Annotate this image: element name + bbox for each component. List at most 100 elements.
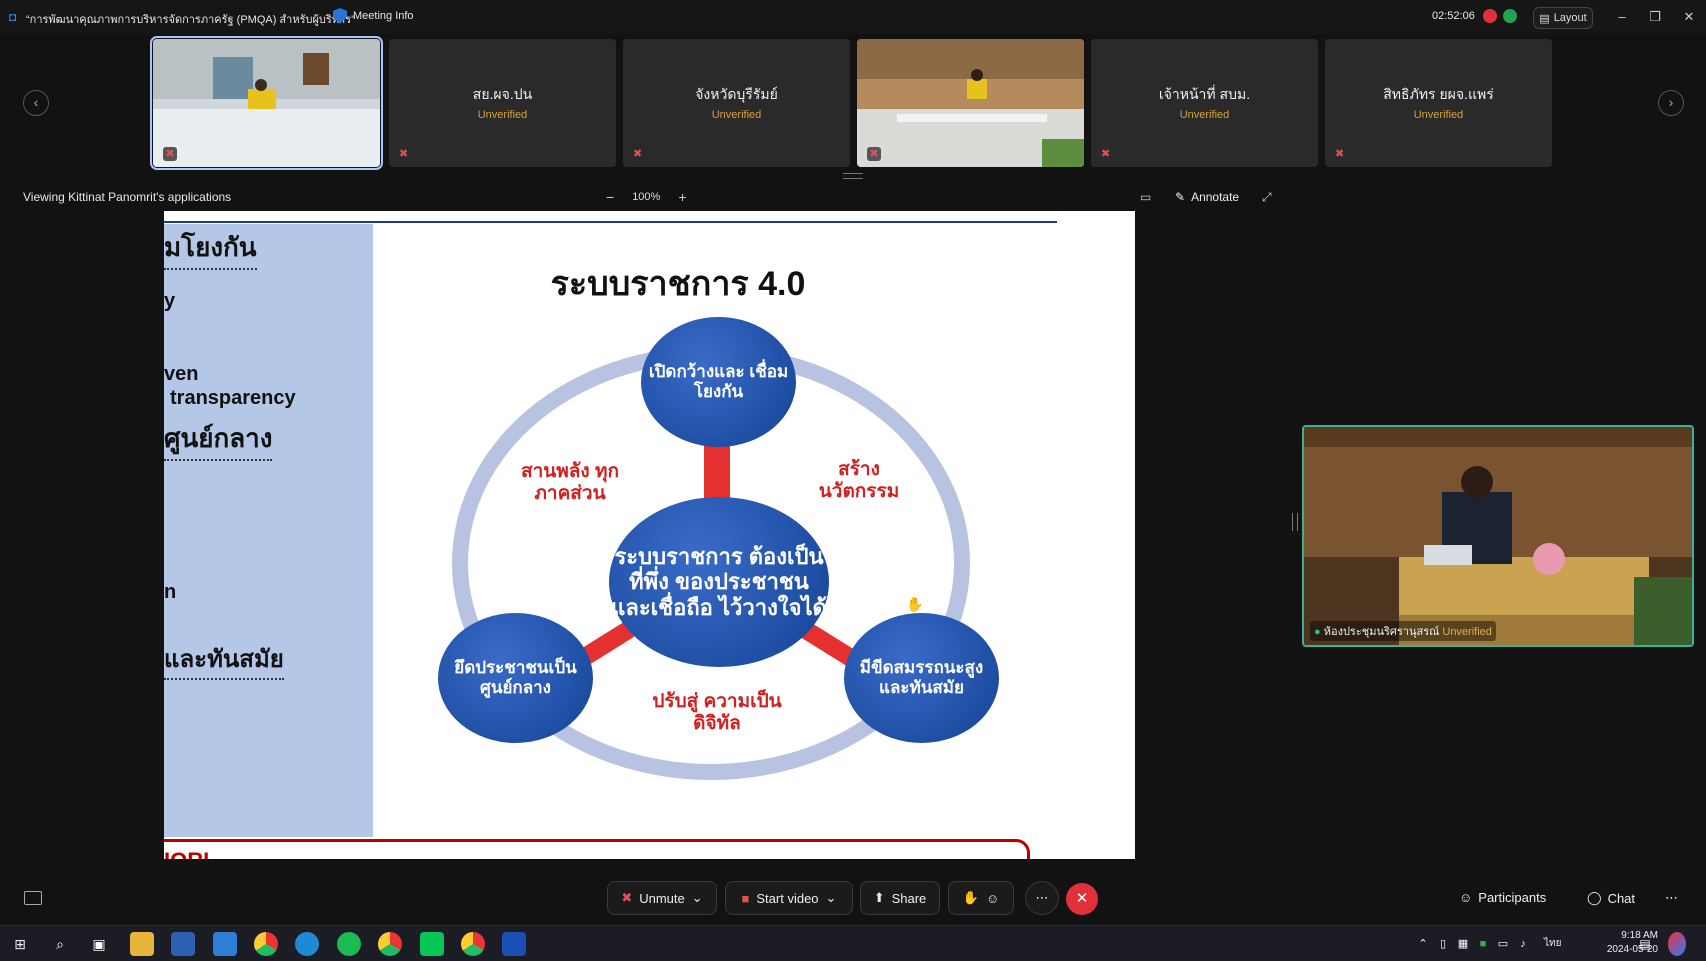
edge-icon[interactable] [295, 932, 319, 956]
line-tray-icon[interactable]: ■ [1476, 932, 1490, 956]
diagram-label-left: สานพลัง ทุกภาคส่วน [520, 461, 619, 504]
speaker-name: ห้องประชุมนริศรานุสรณ์ [1323, 626, 1440, 638]
participant-video [153, 39, 380, 167]
unverified-badge: Unverified [1179, 109, 1230, 121]
mail-icon[interactable] [213, 932, 237, 956]
zoom-out-button[interactable]: − [606, 189, 614, 205]
participant-tile[interactable]: จังหวัดบุรีรัมย์ Unverified ✖ [623, 39, 850, 167]
annotate-button[interactable]: ✎ Annotate [1175, 190, 1239, 204]
panel-resize-handle[interactable] [1292, 513, 1298, 531]
participant-tile[interactable]: สิทธิภัทร ยผจ.แพร่ Unverified ✖ [1325, 39, 1552, 167]
line-icon[interactable] [420, 932, 444, 956]
participant-name: เจ้าหน้าที่ สบม. [1158, 86, 1251, 102]
hand-cursor-icon: ✋ [906, 596, 924, 612]
diagram-label-right: สร้าง นวัตกรรม [818, 459, 900, 502]
previous-participants-button[interactable]: ‹ [23, 90, 49, 116]
webex-logo-icon: ◘ [9, 10, 17, 24]
leave-meeting-button[interactable]: ✕ [1066, 883, 1098, 915]
meeting-timer: 02:52:06 [1432, 10, 1475, 22]
store-icon[interactable] [171, 932, 195, 956]
language-indicator[interactable]: ไทย [1544, 936, 1561, 951]
recording-icon[interactable] [1483, 9, 1497, 23]
more-panels-button[interactable]: ⋯ [1665, 890, 1678, 906]
slide-fragment: transparency [170, 387, 296, 409]
diagram-node-left: ยึดประชาชนเป็น ศูนย์กลาง [438, 613, 593, 743]
mic-on-icon: ● [1314, 626, 1321, 638]
layout-button[interactable]: ▤ Layout [1533, 7, 1593, 29]
tray-chevron-icon[interactable]: ⌃ [1416, 932, 1430, 956]
minimize-icon[interactable]: – [1610, 6, 1634, 28]
slide-fragment: และทันสมัย [164, 639, 284, 680]
unverified-badge: Unverified [1413, 109, 1464, 121]
participant-tile[interactable]: สย.ผจ.ปน Unverified ✖ [389, 39, 616, 167]
usb-icon[interactable]: ▯ [1436, 932, 1450, 956]
remote-control-icon[interactable]: ▭ [1140, 190, 1151, 204]
participant-name: สิทธิภัทร ยผจ.แพร่ [1383, 86, 1494, 102]
slide-fragment: ศูนย์กลาง [164, 418, 273, 461]
chevron-down-icon[interactable]: ⌄ [826, 890, 837, 906]
participant-video [857, 39, 1084, 167]
raise-hand-icon[interactable]: ✋ [963, 890, 979, 906]
chrome-icon[interactable] [254, 932, 278, 956]
zoom-controls: − 100% + [606, 189, 687, 205]
diagram-label-bottom: ปรับสู่ ความเป็นดิจิทัล [652, 691, 782, 734]
participant-tile[interactable]: ✖ [150, 36, 383, 170]
slide-fragment: y [164, 290, 176, 312]
webex-taskbar-icon[interactable] [502, 932, 526, 956]
chrome-profile-icon[interactable] [378, 932, 402, 956]
unverified-badge: Unverified [1442, 626, 1492, 638]
diagram-node-right: มีขีดสมรรถนะสูง และทันสมัย [844, 613, 999, 743]
participant-tile[interactable]: ✖ [857, 39, 1084, 167]
share-label: Share [891, 890, 927, 906]
connection-status-icon[interactable] [1503, 9, 1517, 23]
chat-label: Chat [1607, 890, 1636, 906]
volume-icon[interactable]: ♪ [1516, 932, 1530, 956]
active-speaker-video[interactable]: ● ห้องประชุมนริศรานุสรณ์ Unverified [1302, 425, 1694, 647]
slide-side-panel [164, 224, 373, 837]
chrome-active-icon[interactable] [461, 932, 485, 956]
copilot-icon[interactable] [1668, 932, 1686, 956]
taskbar: ⊞ ⌕ ▣ ⌃ ▯ ▦ ■ ▭ ♪ ไทย 9:18 AM 2024-05-20… [0, 925, 1706, 961]
chat-icon: ◯ [1587, 890, 1602, 905]
file-explorer-icon[interactable] [130, 932, 154, 956]
close-icon[interactable]: ✕ [1677, 6, 1701, 28]
participant-name: สย.ผจ.ปน [472, 86, 533, 102]
captions-icon[interactable] [24, 891, 42, 905]
participant-tile[interactable]: เจ้าหน้าที่ สบม. Unverified ✖ [1091, 39, 1318, 167]
diagram-spoke [704, 441, 730, 499]
more-options-button[interactable]: ⋯ [1025, 881, 1059, 915]
search-icon[interactable]: ⌕ [48, 932, 72, 956]
muted-mic-icon: ✖ [1101, 148, 1111, 160]
windows-start-icon[interactable]: ⊞ [8, 932, 32, 956]
shield-icon [333, 8, 347, 24]
chat-button[interactable]: ◯ Chat [1587, 890, 1635, 906]
fullscreen-icon[interactable]: ⤢ [1262, 190, 1272, 205]
meeting-info-button[interactable]: Meeting Info [333, 8, 414, 24]
start-video-button[interactable]: ■ Start video ⌄ [725, 881, 853, 915]
more-icon: ⋯ [1035, 890, 1049, 905]
participants-icon: ☺ [1459, 890, 1473, 905]
shared-screen: มโยงกัน y ven transparency ศูนย์กลาง n แ… [164, 211, 1135, 859]
task-view-icon[interactable]: ▣ [87, 932, 111, 956]
layout-icon: ▤ [1539, 12, 1550, 25]
diagram-node-top: เปิดกว้างและ เชื่อมโยงกัน [641, 317, 796, 447]
muted-mic-icon: ✖ [399, 148, 409, 160]
zoom-in-button[interactable]: + [678, 189, 686, 205]
participants-button[interactable]: ☺ Participants [1459, 890, 1546, 905]
restore-icon[interactable]: ❐ [1643, 6, 1667, 28]
next-participants-button[interactable]: › [1658, 90, 1684, 116]
participant-name: จังหวัดบุรีรัมย์ [695, 86, 778, 102]
meeting-info-label: Meeting Info [353, 10, 414, 22]
slide-fragment: ven [164, 363, 199, 385]
spotify-icon[interactable] [337, 932, 361, 956]
strip-resize-handle[interactable] [843, 173, 863, 179]
share-button[interactable]: ⬆ Share [860, 881, 940, 915]
reactions-icon[interactable]: ☺ [986, 891, 999, 906]
chevron-down-icon[interactable]: ⌄ [692, 890, 703, 906]
unmute-button[interactable]: ✖ Unmute ⌄ [607, 881, 717, 915]
video-off-icon: ■ [741, 890, 750, 906]
display-icon[interactable]: ▭ [1496, 932, 1510, 956]
network-icon[interactable]: ▦ [1456, 932, 1470, 956]
notifications-icon[interactable]: ▤ [1636, 932, 1654, 956]
start-video-label: Start video [756, 890, 819, 906]
